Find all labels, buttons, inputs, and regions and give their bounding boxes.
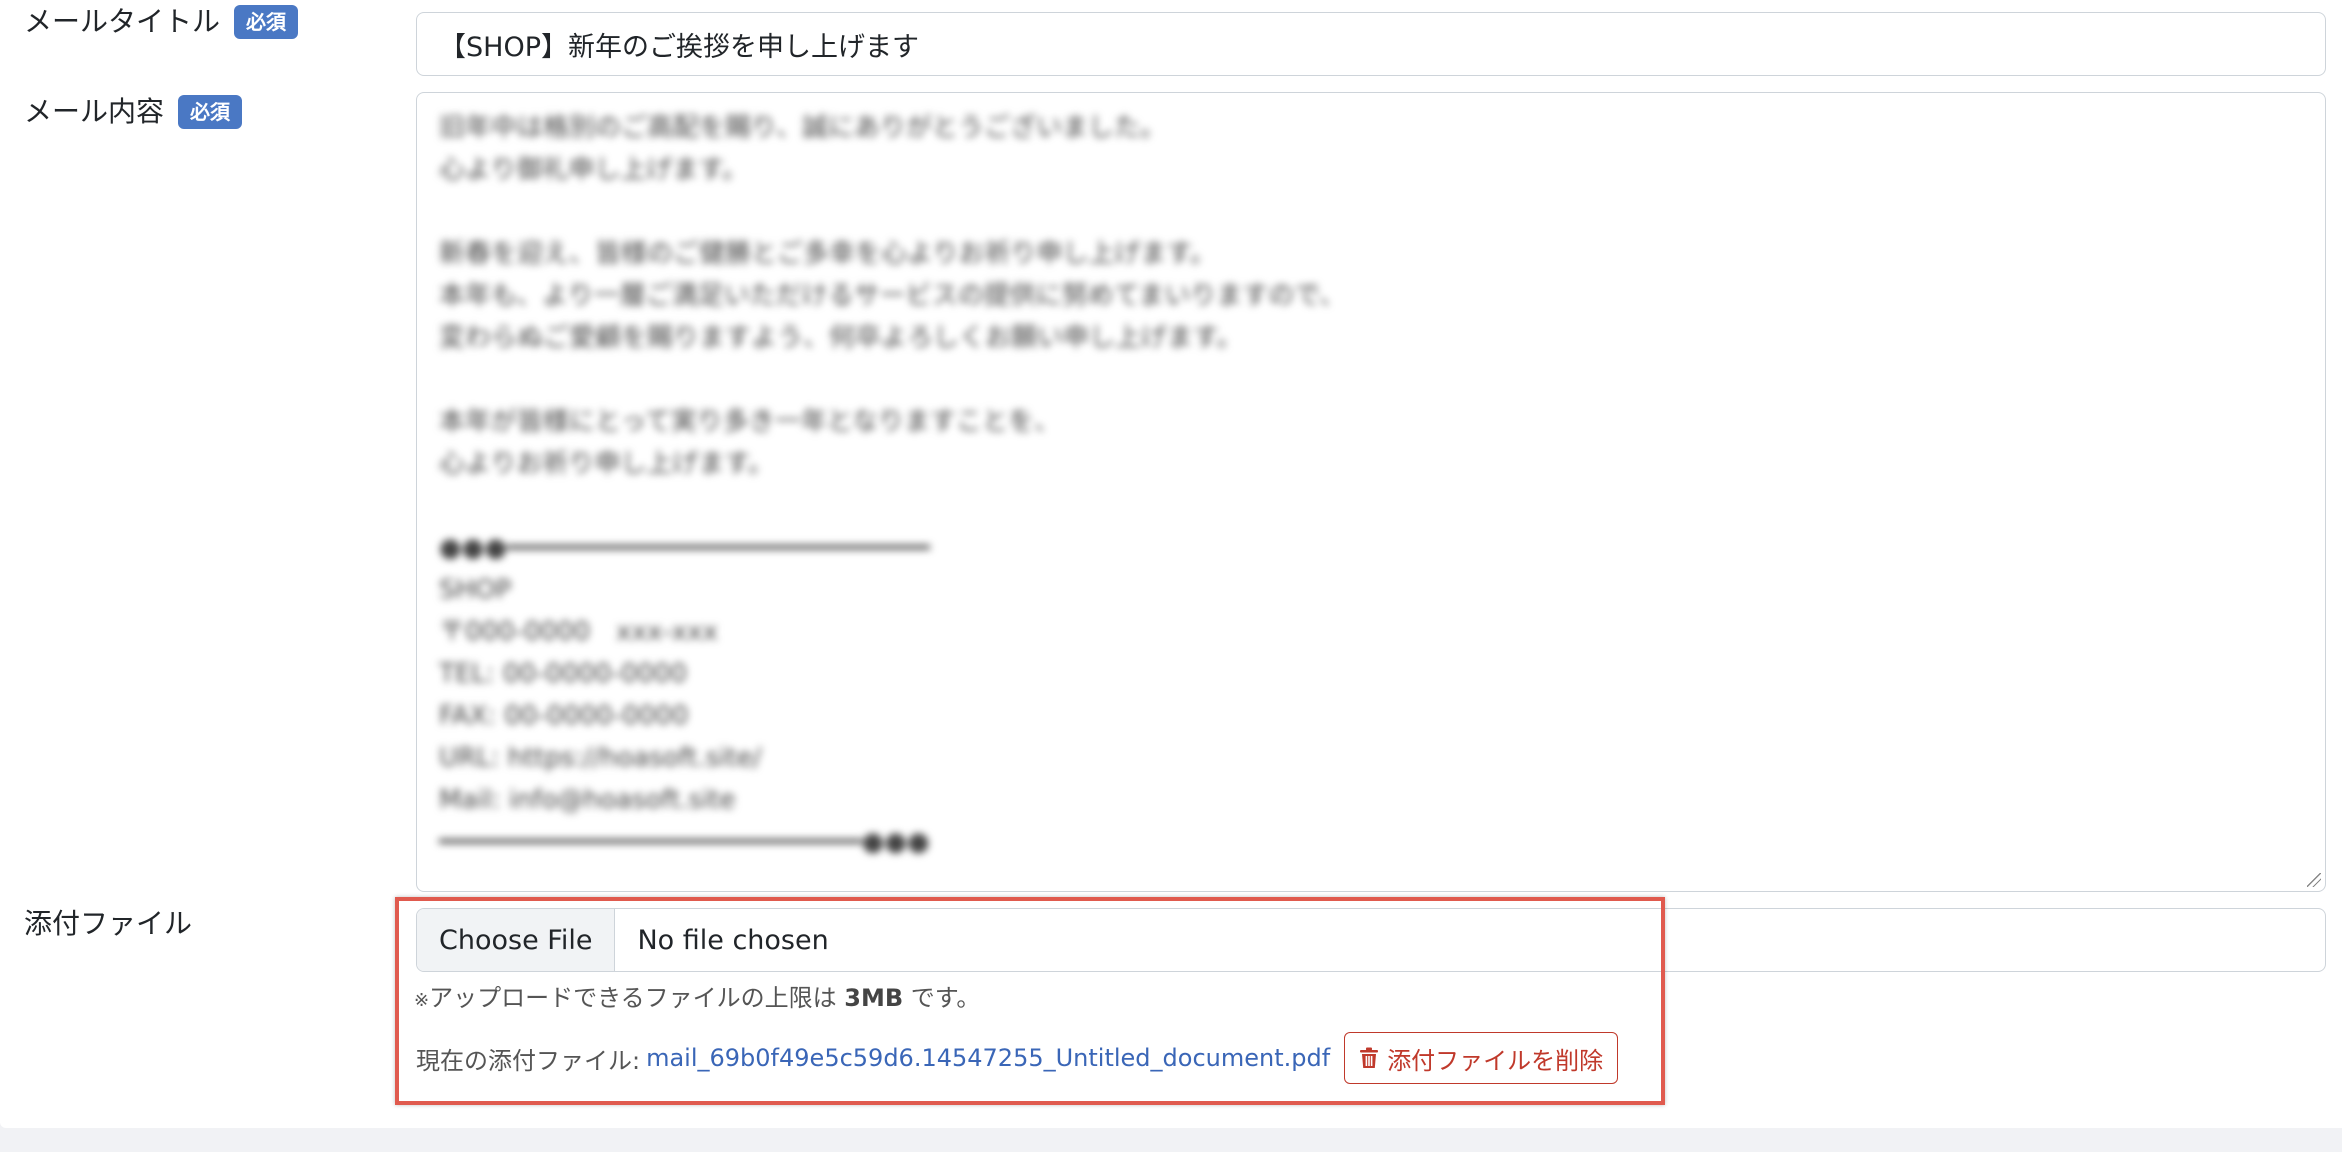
delete-attachment-label: 添付ファイルを削除 [1387, 1046, 1604, 1075]
attachment-label-row: 添付ファイル [24, 906, 192, 942]
current-attachment-link[interactable]: mail_69b0f49e5c59d6.14547255_Untitled_do… [646, 1044, 1330, 1072]
required-badge: 必須 [178, 95, 243, 129]
note-limit: 3MB [844, 984, 904, 1012]
title-label-row: メールタイトル 必須 [24, 4, 299, 40]
resize-handle-icon[interactable] [2307, 873, 2321, 887]
form-panel: メールタイトル 必須 メール内容 必須 旧年中は格別のご高配を賜り、誠にありがと… [0, 0, 2342, 1128]
note-mark: ※ [414, 990, 430, 1011]
upload-limit-note: ※アップロードできるファイルの上限は 3MB です。 [414, 980, 980, 1019]
mail-content-text: 旧年中は格別のご高配を賜り、誠にありがとうございました。 心より御礼申し上げます… [439, 113, 1346, 857]
current-attachment: 現在の添付ファイル: mail_69b0f49e5c59d6.14547255_… [416, 1032, 1619, 1084]
required-badge: 必須 [234, 5, 299, 39]
file-input[interactable]: Choose File No file chosen [416, 908, 2326, 972]
attachment-label: 添付ファイル [24, 907, 193, 940]
mail-content-textarea[interactable]: 旧年中は格別のご高配を賜り、誠にありがとうございました。 心より御礼申し上げます… [416, 92, 2326, 892]
no-file-text: No file chosen [637, 924, 829, 956]
content-label: メール内容 [24, 95, 165, 128]
note-suffix: です。 [910, 984, 981, 1012]
note-prefix: アップロードできるファイルの上限は [429, 984, 837, 1012]
content-label-row: メール内容 必須 [24, 94, 243, 130]
mail-title-input[interactable] [416, 12, 2326, 76]
delete-attachment-button[interactable]: 添付ファイルを削除 [1344, 1032, 1619, 1084]
title-label: メールタイトル [24, 5, 221, 38]
current-attachment-label: 現在の添付ファイル: [416, 1046, 641, 1075]
choose-file-button[interactable]: Choose File [417, 909, 616, 971]
trash-icon [1360, 1047, 1379, 1068]
